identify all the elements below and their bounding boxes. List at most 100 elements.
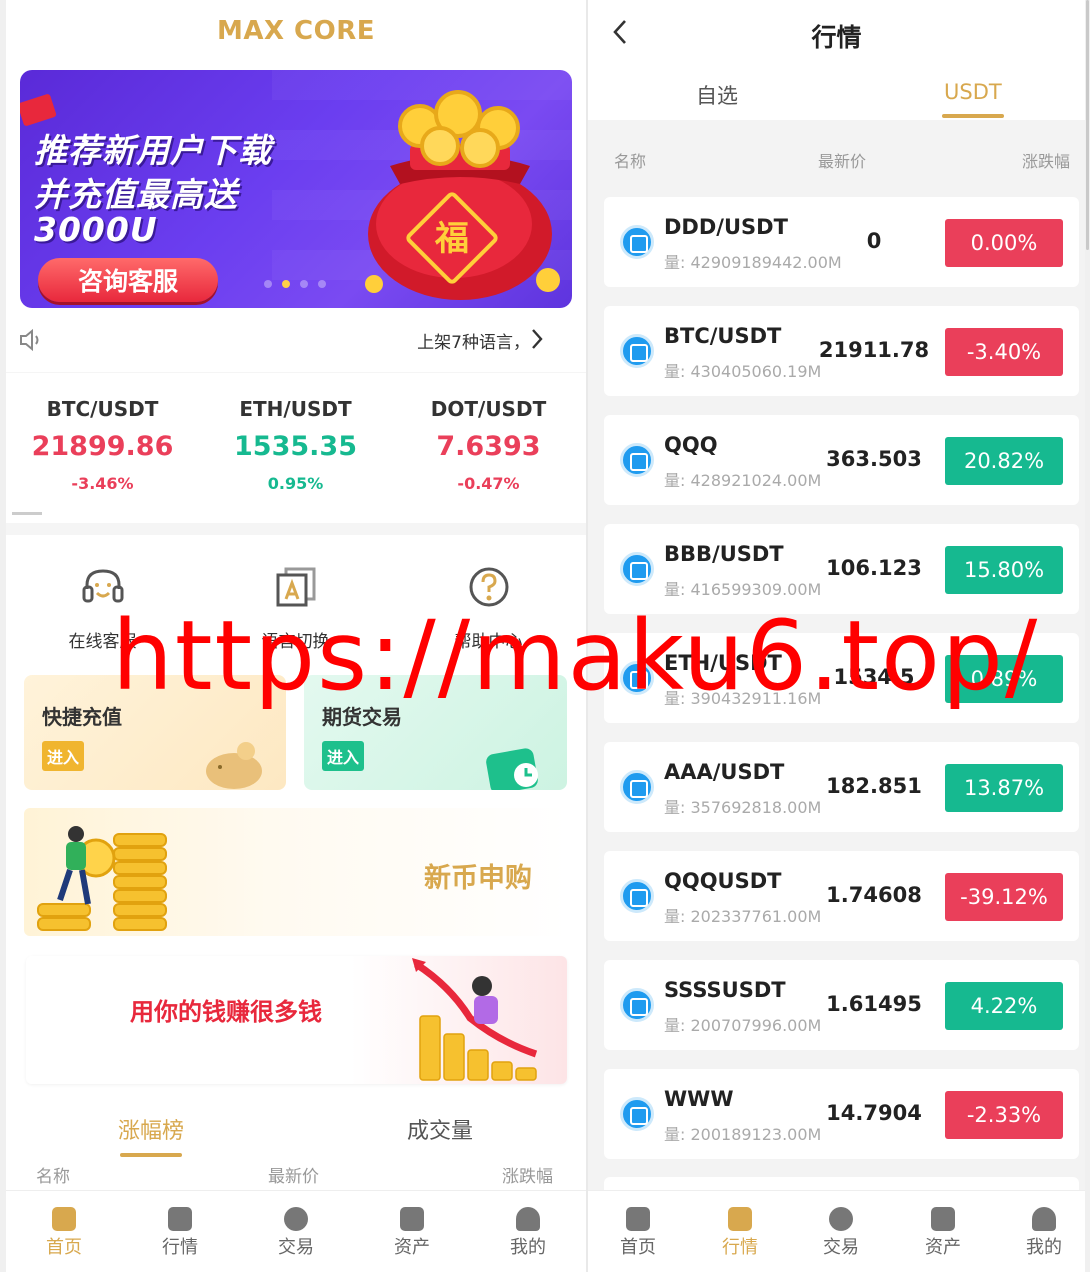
shortcut-label: 在线客服	[68, 632, 137, 652]
banner-dot[interactable]	[264, 280, 272, 288]
ticker-change: 0.95%	[267, 474, 324, 493]
lucky-bag-icon: 福	[365, 90, 560, 300]
tab-label: 我的	[510, 1237, 546, 1258]
recharge-enter-button[interactable]: 进入	[42, 741, 85, 771]
row-change-badge[interactable]: 0.89%	[945, 655, 1063, 703]
row-change-badge[interactable]: 20.82%	[945, 437, 1063, 485]
scrollbar-thumb[interactable]	[1086, 0, 1089, 250]
ranking-header-price: 最新价	[268, 1167, 319, 1187]
ticker-pair: DOT/USDT	[430, 397, 547, 421]
market-row[interactable]: AAA/USDT 量: 357692818.00M 182.851 13.87%	[604, 742, 1079, 832]
tab-label: 首页	[620, 1237, 656, 1258]
ticker-price: 7.6393	[436, 431, 541, 462]
row-change-badge[interactable]: 13.87%	[945, 764, 1063, 812]
tab-favorites[interactable]: 自选	[696, 80, 738, 110]
new-coin-subscription-banner[interactable]: 新币申购	[24, 808, 567, 936]
row-volume: 量: 428921024.00M	[664, 471, 822, 490]
market-row[interactable]: SSSSUSDT 量: 200707996.00M 1.61495 4.22%	[604, 960, 1079, 1050]
row-change-badge[interactable]: -3.40%	[945, 328, 1063, 376]
home-icon	[626, 1207, 650, 1231]
coin-icon	[620, 334, 654, 368]
row-change-badge[interactable]: 15.80%	[945, 546, 1063, 594]
market-row[interactable]: QQQ 量: 428921024.00M 363.503 20.82%	[604, 415, 1079, 505]
promo-banner[interactable]: 推荐新用户下载 并充值最高送 3000U 咨询客服 福	[20, 70, 572, 308]
tab-market[interactable]: 行情	[700, 1207, 780, 1259]
shortcut-language[interactable]: 语言切换	[199, 563, 392, 652]
ticker-price: 1535.35	[234, 431, 357, 462]
banner-dot[interactable]	[318, 280, 326, 288]
banner-dot-active[interactable]	[282, 280, 290, 288]
banner-pagination[interactable]	[264, 280, 326, 288]
market-row[interactable]: DDD/USDT 量: 42909189442.00M 0 0.00%	[604, 197, 1079, 287]
row-change-badge[interactable]: 4.22%	[945, 982, 1063, 1030]
banner-consult-button[interactable]: 咨询客服	[38, 258, 218, 302]
ticker-scroll-indicator	[12, 512, 42, 515]
ticker-price: 21899.86	[31, 431, 174, 462]
tab-label: 交易	[823, 1237, 859, 1258]
row-last-price: 1.61495	[826, 992, 922, 1016]
shortcut-online-service[interactable]: 在线客服	[6, 563, 199, 652]
tab-market[interactable]: 行情	[140, 1207, 220, 1259]
wallet-icon	[400, 1207, 424, 1231]
market-row[interactable]: ETH/USDT 量: 390432911.16M 1534.5 0.89%	[604, 633, 1079, 723]
market-row[interactable]: BTC/USDT 量: 430405060.19M 21911.78 -3.40%	[604, 306, 1079, 396]
row-volume: 量: 390432911.16M	[664, 689, 822, 708]
bag-character: 福	[434, 219, 469, 259]
banner-line-3: 3000U	[34, 210, 158, 249]
ticker-eth[interactable]: ETH/USDT 1535.35 0.95%	[199, 397, 392, 493]
futures-enter-button[interactable]: 进入	[322, 741, 365, 771]
quick-recharge-card[interactable]: 快捷充值 进入	[24, 675, 286, 790]
tab-label: 首页	[46, 1237, 82, 1258]
tab-home[interactable]: 首页	[598, 1207, 678, 1259]
tab-gainers[interactable]: 涨幅榜	[118, 1113, 184, 1157]
shortcut-help[interactable]: 帮助中心	[392, 563, 585, 652]
row-last-price: 1.74608	[826, 883, 922, 907]
tab-assets[interactable]: 资产	[903, 1207, 983, 1259]
coin-icon	[620, 879, 654, 913]
page-title: 行情	[811, 23, 862, 52]
row-last-price: 21911.78	[818, 338, 930, 362]
active-tab-underline	[942, 114, 1004, 118]
futures-trade-card[interactable]: 期货交易 进入	[304, 675, 567, 790]
tab-volume[interactable]: 成交量	[407, 1113, 473, 1145]
market-row[interactable]: BBB/USDT 量: 416599309.00M 106.123 15.80%	[604, 524, 1079, 614]
market-row[interactable]: WWW 量: 200189123.00M 14.7904 -2.33%	[604, 1069, 1079, 1159]
card-title: 快捷充值	[42, 705, 122, 729]
row-change-badge[interactable]: 0.00%	[945, 219, 1063, 267]
new-coin-title: 新币申购	[424, 863, 532, 894]
banner-dot[interactable]	[300, 280, 308, 288]
announcement-bar[interactable]: 上架7种语言，	[6, 320, 586, 360]
tab-assets[interactable]: 资产	[372, 1207, 452, 1259]
market-row[interactable]: QQQUSDT 量: 202337761.00M 1.74608 -39.12%	[604, 851, 1079, 941]
chevron-right-icon[interactable]	[530, 328, 544, 350]
row-volume: 量: 202337761.00M	[664, 907, 822, 926]
tab-trade[interactable]: 交易	[801, 1207, 881, 1259]
active-tab-underline	[120, 1153, 183, 1157]
tab-usdt[interactable]: USDT	[942, 80, 1004, 118]
row-change-badge[interactable]: -39.12%	[945, 873, 1063, 921]
row-symbol: BTC/USDT	[664, 324, 782, 348]
tab-profile[interactable]: 我的	[488, 1207, 568, 1259]
tab-label: 资产	[925, 1237, 961, 1258]
chart-icon	[728, 1207, 752, 1231]
language-icon	[276, 567, 315, 607]
coin-icon	[620, 225, 654, 259]
tab-label: 行情	[722, 1237, 758, 1258]
home-icon	[52, 1207, 76, 1231]
ticker-dot[interactable]: DOT/USDT 7.6393 -0.47%	[392, 397, 585, 493]
tab-trade[interactable]: 交易	[256, 1207, 336, 1259]
row-change-badge[interactable]: -2.33%	[945, 1091, 1063, 1139]
coin-stack-icon	[37, 826, 167, 931]
tab-usdt-label: USDT	[944, 80, 1002, 104]
earn-money-banner[interactable]: 用你的钱赚很多钱	[26, 956, 567, 1084]
tab-label: 我的	[1026, 1237, 1062, 1258]
wallet-icon	[931, 1207, 955, 1231]
announcement-text: 上架7种语言，	[417, 333, 530, 353]
coin-icon	[620, 1097, 654, 1131]
row-symbol: QQQ	[664, 433, 718, 457]
tab-home[interactable]: 首页	[24, 1207, 104, 1259]
tab-profile[interactable]: 我的	[1004, 1207, 1084, 1259]
coin-icon	[620, 661, 654, 695]
card-title: 期货交易	[322, 705, 402, 729]
ticker-btc[interactable]: BTC/USDT 21899.86 -3.46%	[6, 397, 199, 493]
